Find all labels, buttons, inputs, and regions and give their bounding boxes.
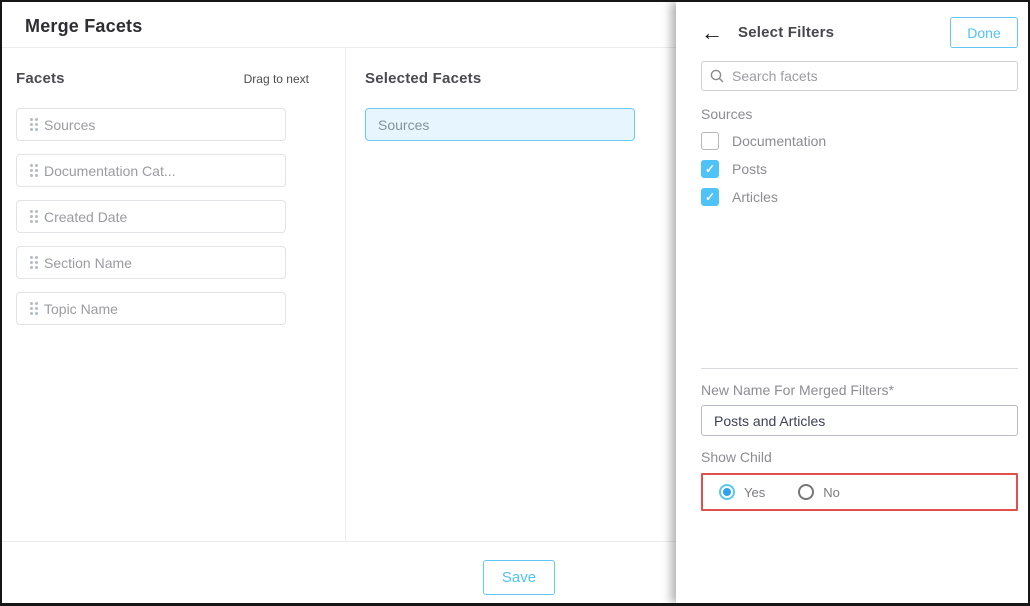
facet-item-label: Section Name [44,255,132,271]
filter-group-label: Sources [701,106,1018,122]
drag-handle-icon[interactable] [30,118,33,121]
facet-item-topic-name[interactable]: Topic Name [16,292,286,325]
checkbox-unchecked-icon[interactable] [701,132,719,150]
radio-selected-icon[interactable] [719,484,735,500]
filter-option-articles[interactable]: ✓ Articles [701,187,1018,206]
merge-facets-screen: Merge Facets Facets Drag to next Sources… [0,0,1030,606]
done-button[interactable]: Done [950,17,1018,48]
check-icon: ✓ [705,191,715,203]
new-name-label: New Name For Merged Filters* [701,382,1018,398]
filter-option-label: Articles [732,189,778,205]
show-child-label: Show Child [701,449,1018,465]
merged-filters-name-input[interactable] [701,405,1018,436]
filter-option-posts[interactable]: ✓ Posts [701,159,1018,178]
facets-panel: Facets Drag to next Sources Documentatio… [2,48,346,541]
select-filters-drawer: ← Select Filters Done Sources Documentat… [676,2,1028,603]
search-icon [710,69,724,83]
radio-option-label: No [823,485,840,500]
filter-option-label: Posts [732,161,767,177]
radio-unselected-icon[interactable] [798,484,814,500]
facets-panel-title: Facets [16,70,65,87]
drag-handle-icon[interactable] [30,256,33,259]
facet-item-sources[interactable]: Sources [16,108,286,141]
checkbox-checked-icon[interactable]: ✓ [701,188,719,206]
facets-panel-header: Facets Drag to next [16,70,309,87]
facet-item-label: Topic Name [44,301,118,317]
drawer-divider [701,368,1018,369]
save-button[interactable]: Save [483,560,555,595]
facet-item-documentation-category[interactable]: Documentation Cat... [16,154,286,187]
radio-option-label: Yes [744,485,765,500]
selected-facet-sources[interactable]: Sources [365,108,635,141]
radio-option-yes[interactable]: Yes [719,484,765,500]
search-facets-input[interactable] [732,68,1009,84]
show-child-radio-group: Yes No [701,473,1018,511]
checkbox-checked-icon[interactable]: ✓ [701,160,719,178]
filter-option-documentation[interactable]: Documentation [701,131,1018,150]
check-icon: ✓ [705,163,715,175]
drag-handle-icon[interactable] [30,302,33,305]
drag-handle-icon[interactable] [30,164,33,167]
facet-item-label: Created Date [44,209,127,225]
facet-item-label: Sources [44,117,95,133]
facet-item-section-name[interactable]: Section Name [16,246,286,279]
facet-item-label: Documentation Cat... [44,163,176,179]
drawer-header: ← Select Filters Done [701,17,1018,48]
drawer-title: Select Filters [738,24,834,41]
selected-facets-title: Selected Facets [365,70,481,87]
filter-option-label: Documentation [732,133,826,149]
radio-option-no[interactable]: No [798,484,840,500]
back-arrow-icon[interactable]: ← [701,22,723,44]
drag-to-next-hint: Drag to next [244,72,309,86]
facet-item-created-date[interactable]: Created Date [16,200,286,233]
drag-handle-icon[interactable] [30,210,33,213]
radio-dot [723,488,731,496]
search-facets-box[interactable] [701,61,1018,91]
page-title: Merge Facets [25,16,142,36]
